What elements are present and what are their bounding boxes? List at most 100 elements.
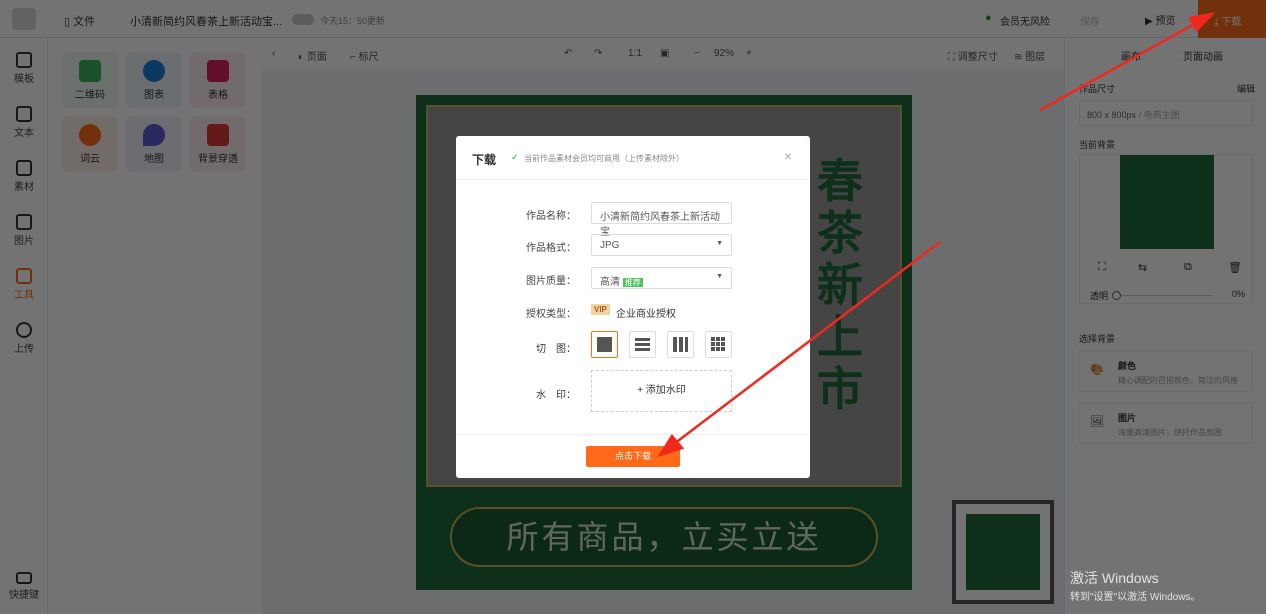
license-notice: 当前作品素材会员均可商用（上传素材除外）: [524, 153, 684, 164]
format-select[interactable]: JPG ▼: [591, 234, 732, 256]
file-menu[interactable]: ▯ 文件: [64, 13, 95, 29]
zoom-out-icon[interactable]: −: [694, 48, 700, 59]
option-desc: 海量高清图片，烘托作品氛围: [1118, 427, 1222, 438]
palette-icon: 🎨: [1090, 363, 1104, 376]
bg-color-swatch[interactable]: [1120, 155, 1214, 249]
collapse-icon[interactable]: ‹: [272, 48, 275, 59]
columns-icon: [673, 337, 688, 352]
image-icon: [16, 214, 32, 230]
format-label: 作品格式：: [526, 239, 576, 254]
cut-option-none[interactable]: [591, 331, 618, 358]
size-value: 800 x 800px: [1087, 110, 1136, 120]
dialog-header: 下载 ✓ 当前作品素材会员均可商用（上传素材除外） ×: [456, 136, 810, 180]
rail-templates[interactable]: 模板: [0, 52, 48, 85]
member-status: 会员无风险: [1000, 13, 1050, 28]
cut-option-grid[interactable]: [705, 331, 732, 358]
undo-icon[interactable]: ↶: [564, 48, 572, 59]
name-input[interactable]: 小清新简约风春茶上新活动宝: [591, 202, 732, 224]
replace-icon[interactable]: ⇆: [1138, 261, 1147, 274]
doc-title[interactable]: 小清新简约风春茶上新活动宝...: [130, 13, 282, 29]
redo-icon[interactable]: ↷: [594, 48, 602, 59]
fullscreen-icon[interactable]: ⛶: [1098, 261, 1106, 274]
tool-table[interactable]: 表格: [190, 52, 246, 108]
left-rail: 模板 文本 素材 图片 工具 上传 快捷键: [0, 38, 48, 614]
tab-page-animation[interactable]: 页面动画: [1183, 48, 1223, 63]
option-title: 图片: [1118, 411, 1136, 424]
rail-upload[interactable]: 上传: [0, 322, 48, 355]
tools-panel: 二维码 图表 表格 词云 地图 背景穿透: [48, 38, 262, 614]
download-button[interactable]: ⤓ 下载: [1198, 0, 1266, 38]
add-watermark-button[interactable]: + 添加水印: [591, 370, 732, 412]
page-label: 页面: [307, 52, 327, 63]
tool-qrcode[interactable]: 二维码: [62, 52, 118, 108]
slider-handle[interactable]: [1112, 291, 1121, 300]
ratio-button[interactable]: 1:1: [628, 48, 642, 59]
table-icon: [207, 60, 229, 82]
tool-wordcloud[interactable]: 词云: [62, 116, 118, 172]
bg-option-image[interactable]: 🖼 图片海量高清图片，烘托作品氛围: [1079, 402, 1253, 444]
ruler-button[interactable]: ⌐ 标尺: [350, 48, 379, 63]
delete-icon[interactable]: 🗑: [1228, 261, 1242, 274]
edit-size-link[interactable]: 编辑: [1237, 82, 1255, 95]
option-title: 颜色: [1118, 359, 1136, 372]
file-label: 文件: [73, 16, 95, 28]
layers-label: 图层: [1025, 52, 1045, 63]
layers-icon: [207, 124, 229, 146]
thumbnail-image: [966, 514, 1040, 590]
quality-select[interactable]: 高清 推荐▼: [591, 267, 732, 289]
cloud-icon: [79, 124, 101, 146]
rail-materials[interactable]: 素材: [0, 160, 48, 193]
keyboard-icon: [16, 572, 32, 584]
cut-option-columns[interactable]: [667, 331, 694, 358]
name-label: 作品名称：: [526, 207, 576, 222]
tool-label: 地图: [144, 154, 164, 165]
tool-label: 二维码: [75, 90, 105, 101]
image-icon: 🖼: [1090, 415, 1104, 428]
page-button[interactable]: ◐ 页面: [298, 48, 327, 63]
preview-label: 预览: [1155, 16, 1175, 27]
rail-shortcuts[interactable]: 快捷键: [0, 572, 48, 601]
cut-option-rows[interactable]: [629, 331, 656, 358]
rail-label: 快捷键: [9, 590, 39, 601]
close-icon[interactable]: ×: [784, 148, 792, 164]
tool-bg-through[interactable]: 背景穿透: [190, 116, 246, 172]
rail-text[interactable]: 文本: [0, 106, 48, 139]
save-button[interactable]: 保存: [1080, 13, 1100, 28]
map-pin-icon: [143, 124, 165, 146]
opacity-slider[interactable]: [1116, 295, 1212, 296]
resize-button[interactable]: ⛶ 调整尺寸: [948, 48, 998, 63]
layers-button[interactable]: ≋ 图层: [1014, 48, 1045, 63]
format-value: JPG: [600, 240, 619, 251]
poster-vertical-title: 春茶新上市: [812, 155, 868, 415]
copy-icon[interactable]: ⧉: [1184, 261, 1192, 274]
bg-option-color[interactable]: 🎨颜色精心调配的百搭颜色，简洁的风格: [1079, 350, 1253, 392]
logo[interactable]: [12, 8, 36, 30]
tool-map[interactable]: 地图: [126, 116, 182, 172]
thumbnail-preview[interactable]: [952, 500, 1054, 604]
rows-icon: [635, 338, 650, 351]
grid-icon: [711, 337, 726, 352]
tool-chart[interactable]: 图表: [126, 52, 182, 108]
zoom-in-icon[interactable]: +: [746, 48, 752, 59]
tool-label: 表格: [208, 90, 228, 101]
format-row: 作品格式： JPG ▼: [456, 234, 810, 256]
rail-images[interactable]: 图片: [0, 214, 48, 247]
fit-icon[interactable]: ▣: [660, 48, 669, 59]
text-icon: [16, 106, 32, 122]
chevron-down-icon: ▼: [716, 240, 723, 247]
quality-value: 高清: [600, 277, 620, 288]
dialog-title: 下载: [472, 151, 496, 168]
watermark-label: 水 印：: [536, 386, 576, 401]
size-field: 800 x 800px / 电商主图: [1079, 100, 1253, 126]
name-row: 作品名称： 小清新简约风春茶上新活动宝: [456, 202, 810, 224]
confirm-download-button[interactable]: 点击下载: [586, 446, 680, 467]
rail-tools[interactable]: 工具: [0, 268, 48, 301]
toggle[interactable]: [292, 14, 314, 25]
ruler-label: 标尺: [359, 52, 379, 63]
tab-canvas[interactable]: 画布: [1121, 48, 1141, 63]
cut-label: 切 图：: [536, 340, 576, 355]
rail-label: 上传: [14, 344, 34, 355]
preview-button[interactable]: ▶ 预览: [1145, 12, 1175, 27]
tool-label: 图表: [144, 90, 164, 101]
recommended-badge: 推荐: [623, 278, 643, 287]
